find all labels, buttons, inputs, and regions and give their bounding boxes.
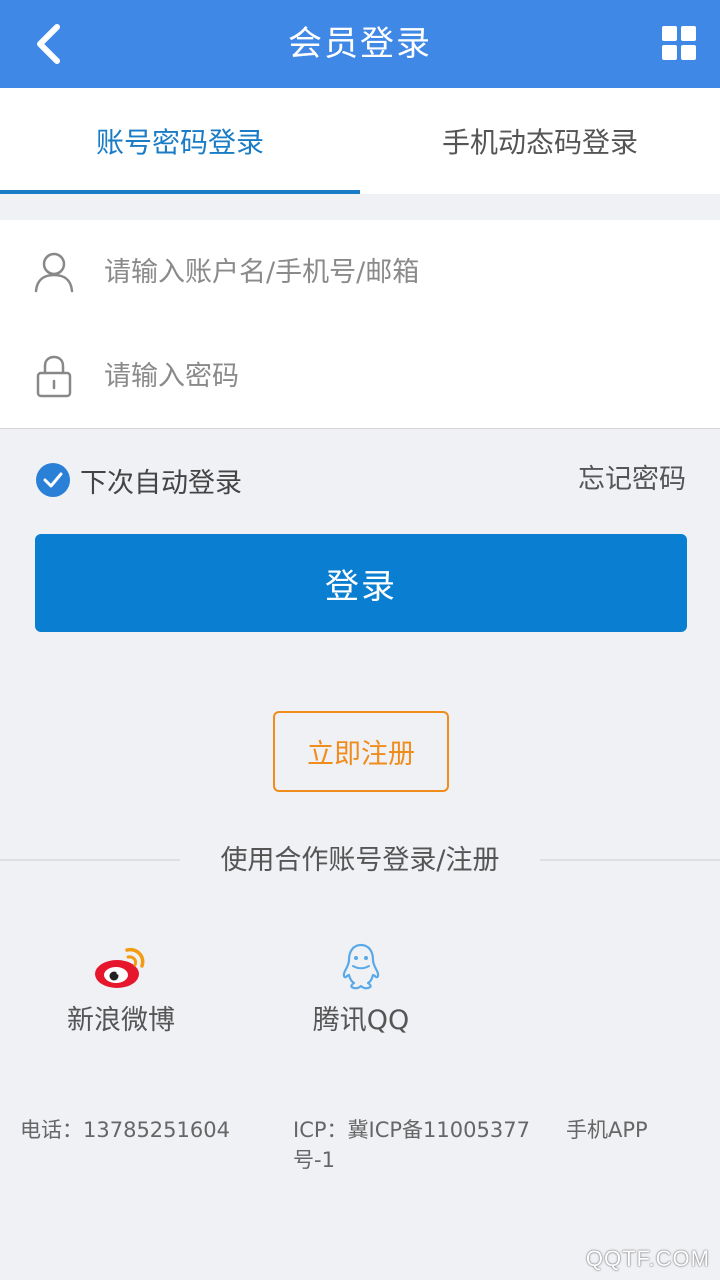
qq-login-button[interactable]: 腾讯QQ — [281, 940, 441, 1037]
watermark: QQTF.COM — [585, 1246, 710, 1271]
username-row — [0, 220, 720, 325]
grid-icon — [662, 26, 696, 60]
footer-app-link[interactable]: 手机APP — [566, 1115, 648, 1145]
auto-login-label: 下次自动登录 — [80, 467, 242, 499]
forgot-password-link[interactable]: 忘记密码 — [578, 460, 686, 500]
lock-icon — [34, 354, 74, 398]
top-bar: 会员登录 — [0, 0, 720, 88]
auto-login-toggle[interactable]: 下次自动登录 — [36, 460, 242, 500]
footer-phone: 电话：13785251604 — [20, 1118, 230, 1142]
footer-icp: ICP：冀ICP备11005377 号-1 — [293, 1115, 530, 1175]
tab-sms-login[interactable]: 手机动态码登录 — [360, 88, 720, 194]
page-title: 会员登录 — [288, 24, 432, 64]
weibo-label: 新浪微博 — [67, 1005, 175, 1036]
password-input[interactable] — [102, 345, 720, 407]
weibo-icon — [93, 940, 149, 992]
username-input[interactable] — [102, 241, 720, 303]
qq-label: 腾讯QQ — [312, 1005, 410, 1036]
login-button[interactable]: 登录 — [35, 534, 687, 632]
weibo-login-button[interactable]: 新浪微博 — [41, 940, 201, 1037]
partner-login-title: 使用合作账号登录/注册 — [220, 845, 500, 876]
register-button[interactable]: 立即注册 — [273, 711, 449, 792]
password-row — [0, 324, 720, 429]
user-icon — [34, 250, 74, 294]
check-icon — [36, 463, 70, 497]
login-tabs: 账号密码登录 手机动态码登录 — [0, 88, 720, 194]
tab-password-login[interactable]: 账号密码登录 — [0, 88, 360, 194]
footer-icp-line2: 号-1 — [293, 1148, 335, 1172]
qq-icon — [333, 940, 389, 992]
footer-icp-line1: ICP：冀ICP备11005377 — [293, 1118, 530, 1142]
menu-button[interactable] — [662, 26, 696, 60]
